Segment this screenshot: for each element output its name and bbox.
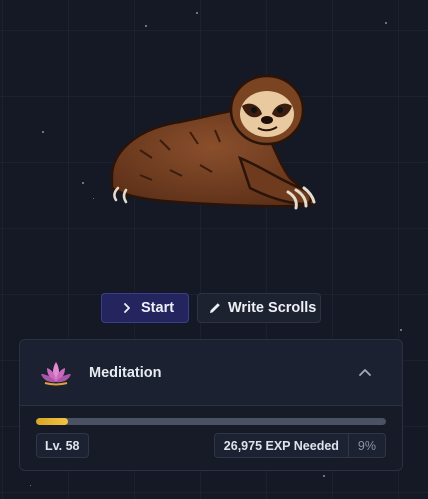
action-bar: Start Write Scrolls xyxy=(101,293,321,323)
write-scrolls-label: Write Scrolls xyxy=(228,300,317,316)
exp-needed-text: 26,975 EXP Needed xyxy=(223,438,339,453)
chevron-up-icon[interactable] xyxy=(358,366,372,380)
lotus-icon xyxy=(41,361,71,385)
exp-progress-fill xyxy=(36,418,68,425)
exp-needed-badge: 26,975 EXP Needed 9% xyxy=(213,433,386,458)
start-button[interactable]: Start xyxy=(101,293,189,323)
skill-panel: Meditation Lv. 58 26,975 EXP Needed 9% xyxy=(19,339,403,471)
skill-name: Meditation xyxy=(89,364,162,381)
exp-percent: 9% xyxy=(347,434,385,457)
skill-panel-header[interactable]: Meditation xyxy=(20,340,402,406)
pencil-icon xyxy=(210,303,220,313)
chevron-right-icon xyxy=(124,303,130,313)
exp-progress-bar xyxy=(36,418,386,425)
sloth-illustration xyxy=(110,74,316,210)
skill-panel-body: Lv. 58 26,975 EXP Needed 9% xyxy=(20,406,402,470)
start-button-label: Start xyxy=(141,300,175,316)
level-badge: Lv. 58 xyxy=(36,433,89,458)
write-scrolls-button[interactable]: Write Scrolls xyxy=(197,293,321,323)
